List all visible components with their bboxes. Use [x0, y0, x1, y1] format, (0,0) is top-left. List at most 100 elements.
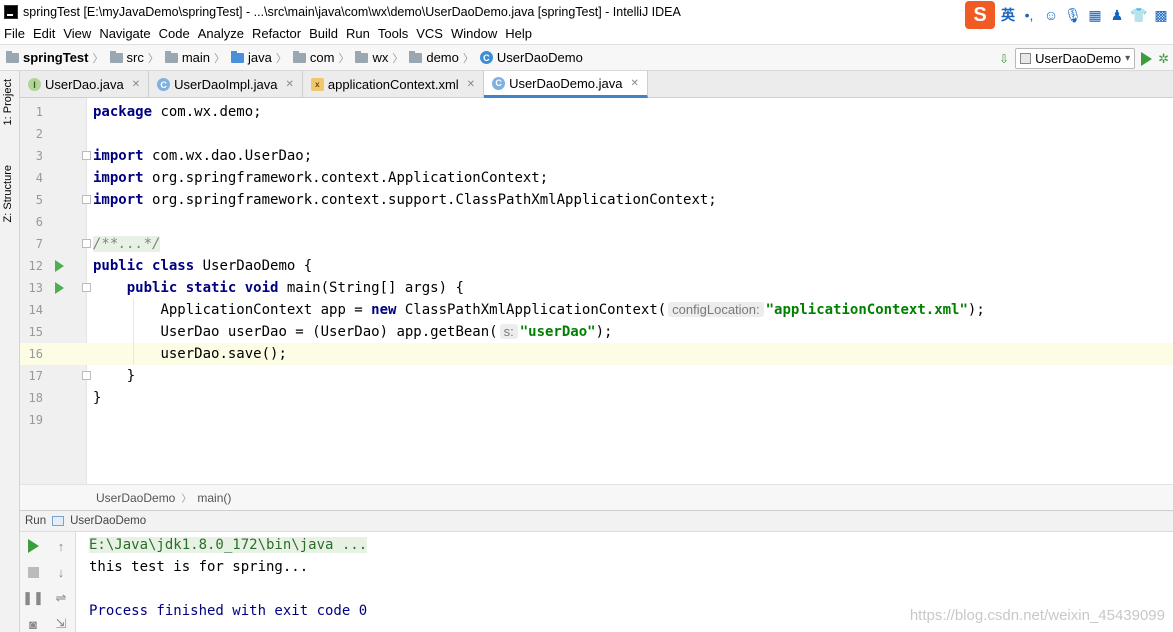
code-line[interactable]: 18 } [20, 387, 1173, 409]
code-line[interactable]: 7 /**...*/ [20, 233, 1173, 255]
fold-icon[interactable] [82, 151, 91, 160]
menu-file[interactable]: File [0, 26, 29, 41]
code-line[interactable]: 17 } [20, 365, 1173, 387]
run-config-dropdown[interactable]: UserDaoDemo ▾ [1015, 48, 1136, 69]
code-line[interactable]: 12 public class UserDaoDemo { [20, 255, 1173, 277]
keyboard-icon[interactable]: ▦ [1087, 7, 1103, 23]
line-number: 17 [28, 369, 43, 383]
tab-userdaoimpl[interactable]: C UserDaoImpl.java ✕ [149, 71, 303, 98]
pause-icon[interactable]: ❚❚ [22, 590, 44, 606]
line-number: 18 [28, 391, 43, 405]
breadcrumb-method[interactable]: main() [197, 491, 231, 505]
console-command-text[interactable]: E:\Java\jdk1.8.0_172\bin\java ... [89, 537, 368, 553]
menu-tools[interactable]: Tools [374, 26, 412, 41]
ime-mode[interactable]: 英 [1001, 5, 1015, 25]
skin-icon[interactable]: 👕 [1130, 7, 1147, 23]
code-line[interactable]: 3 import com.wx.dao.UserDao; [20, 145, 1173, 167]
run-config-icon [52, 516, 65, 526]
menu-run[interactable]: Run [342, 26, 374, 41]
code-line[interactable]: 1 package com.wx.demo; [20, 101, 1173, 123]
menu-refactor[interactable]: Refactor [248, 26, 305, 41]
debug-icon[interactable]: ✲ [1158, 51, 1169, 67]
menu-code[interactable]: Code [155, 26, 194, 41]
close-icon[interactable]: ✕ [285, 79, 293, 90]
keyword: package [93, 104, 153, 120]
code-line[interactable]: 6 [20, 211, 1173, 233]
soft-wrap-icon[interactable]: ⇌ [53, 590, 69, 606]
build-icon[interactable]: ⇩ [999, 52, 1009, 66]
console-output[interactable]: E:\Java\jdk1.8.0_172\bin\java ... this t… [77, 532, 1173, 632]
tab-applicationcontext[interactable]: x applicationContext.xml ✕ [303, 71, 485, 98]
stop-icon[interactable] [25, 564, 41, 580]
code-line[interactable]: 2 [20, 123, 1173, 145]
folded-comment[interactable]: /**...*/ [93, 236, 161, 252]
console-line: this test is for spring... [89, 559, 309, 575]
breadcrumb-main-label: main [181, 50, 211, 65]
tab-userdao[interactable]: I UserDao.java ✕ [20, 71, 150, 98]
menu-window[interactable]: Window [447, 26, 501, 41]
sogou-logo-icon[interactable]: S [965, 1, 995, 29]
user-icon[interactable]: ♟ [1109, 7, 1125, 23]
camera-icon[interactable]: ◙ [25, 616, 41, 632]
microphone-icon[interactable]: 🎙 [1064, 7, 1082, 23]
menu-edit[interactable]: Edit [29, 26, 59, 41]
breadcrumb-wx[interactable]: wx 〉 [349, 50, 403, 66]
run-method-icon[interactable] [55, 282, 64, 294]
run-tab-label[interactable]: UserDaoDemo [70, 515, 146, 527]
code-line[interactable]: 5 import org.springframework.context.sup… [20, 189, 1173, 211]
breadcrumb-class[interactable]: UserDaoDemo [96, 491, 175, 505]
code-line[interactable]: 4 import org.springframework.context.App… [20, 167, 1173, 189]
menu-analyze[interactable]: Analyze [194, 26, 248, 41]
menu-build[interactable]: Build [305, 26, 342, 41]
close-icon[interactable]: ✕ [467, 79, 475, 90]
fold-icon[interactable] [82, 283, 91, 292]
rerun-icon[interactable] [25, 538, 41, 554]
punctuation-icon[interactable]: •, [1021, 7, 1037, 23]
menu-view[interactable]: View [59, 26, 95, 41]
structure-tool-tab[interactable]: Z: Structure [2, 165, 14, 222]
intellij-logo-icon [4, 4, 18, 19]
line-number: 15 [28, 325, 43, 339]
menu-vcs[interactable]: VCS [412, 26, 447, 41]
chevron-right-icon: 〉 [147, 52, 159, 65]
code-line-current[interactable]: 16 userDao.save(); [20, 343, 1173, 365]
keyword: import [93, 192, 144, 208]
menu-help[interactable]: Help [501, 26, 536, 41]
project-tool-tab[interactable]: 1: Project [2, 79, 14, 125]
tab-userdaodemo[interactable]: C UserDaoDemo.java ✕ [484, 71, 648, 98]
close-icon[interactable]: ✕ [631, 78, 639, 89]
editor-tabs: I UserDao.java ✕ C UserDaoImpl.java ✕ x … [20, 71, 1173, 98]
class-icon: C [157, 78, 171, 91]
breadcrumb-project-label: springTest [23, 50, 89, 65]
fold-icon[interactable] [82, 195, 91, 204]
fold-icon[interactable] [82, 371, 91, 380]
line-number: 2 [35, 127, 43, 141]
breadcrumb-file[interactable]: C UserDaoDemo [474, 50, 583, 65]
arrow-down-icon[interactable]: ↓ [53, 564, 69, 580]
breadcrumb-project[interactable]: springTest 〉 [0, 50, 104, 66]
code-line[interactable]: 14 ApplicationContext app = new ClassPat… [20, 299, 1173, 321]
title-bar: springTest [E:\myJavaDemo\springTest] - … [0, 0, 1173, 29]
close-icon[interactable]: ✕ [132, 79, 140, 90]
chevron-right-icon: 〉 [462, 52, 474, 65]
code-editor[interactable]: 1 package com.wx.demo; 2 3 import com.wx… [20, 98, 1173, 484]
breadcrumb-java[interactable]: java 〉 [225, 50, 287, 66]
breadcrumb-src[interactable]: src 〉 [104, 50, 159, 66]
arrow-up-icon[interactable]: ↑ [53, 538, 69, 554]
expand-icon[interactable] [82, 239, 91, 248]
run-class-icon[interactable] [55, 260, 64, 272]
scroll-to-end-icon[interactable]: ⇲ [53, 616, 69, 632]
breadcrumb-demo[interactable]: demo 〉 [403, 50, 474, 66]
emoji-icon[interactable]: ☺ [1043, 7, 1059, 23]
chevron-right-icon: 〉 [214, 52, 226, 65]
code-line[interactable]: 19 [20, 409, 1173, 431]
grid-icon[interactable]: ▩ [1153, 7, 1169, 23]
menu-navigate[interactable]: Navigate [95, 26, 154, 41]
tab-label: UserDaoDemo.java [509, 75, 623, 91]
run-icon[interactable] [1141, 51, 1153, 66]
code-line[interactable]: 15 UserDao userDao = (UserDao) app.getBe… [20, 321, 1173, 343]
breadcrumb-com[interactable]: com 〉 [287, 50, 349, 66]
chevron-right-icon: 〉 [275, 52, 287, 65]
breadcrumb-main[interactable]: main 〉 [159, 50, 225, 66]
code-line[interactable]: 13 public static void main(String[] args… [20, 277, 1173, 299]
